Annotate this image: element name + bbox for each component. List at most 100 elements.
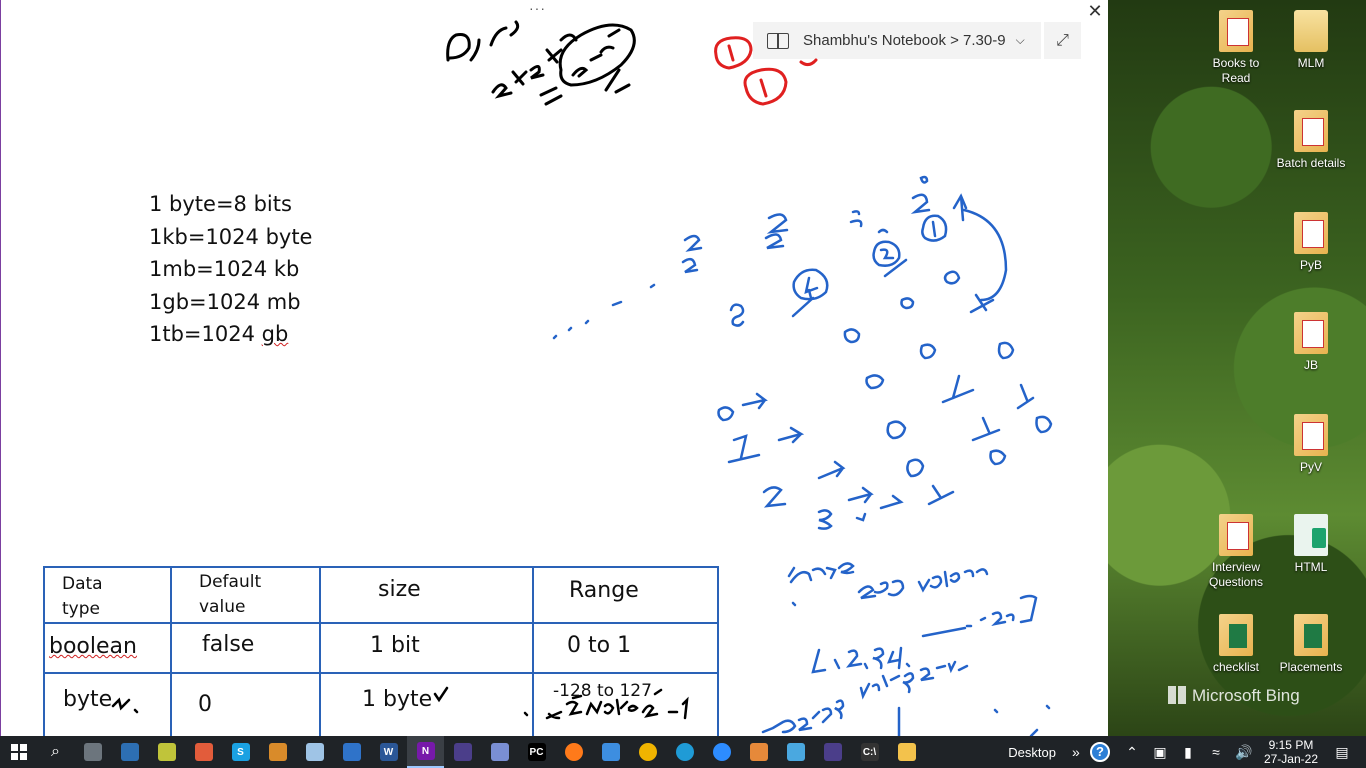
wifi-icon[interactable]: ≈: [1202, 744, 1230, 760]
black-ink: [446, 20, 636, 106]
desktop-icon[interactable]: checklist: [1198, 614, 1274, 675]
desktop-icon[interactable]: PyB: [1273, 212, 1349, 273]
taskbar-app-eclipse[interactable]: [444, 736, 481, 768]
taskbar-app-search[interactable]: ⌕: [37, 736, 74, 768]
desktop-icon[interactable]: PyV: [1273, 414, 1349, 475]
taskbar-app-eclipse-2[interactable]: [814, 736, 851, 768]
datatype-table: Data type Default value size Range boole…: [43, 566, 719, 736]
desktop-icon-label: MLM: [1297, 56, 1325, 70]
html-file-icon: [1294, 514, 1328, 556]
note-line: 1kb=1024 byte: [149, 224, 313, 249]
column-header: Default value: [199, 572, 262, 617]
table-cell: -128 to 127: [553, 681, 652, 701]
store-icon: [342, 743, 361, 761]
display-icon[interactable]: ▣: [1146, 744, 1174, 761]
taskbar-app-file-explorer[interactable]: [888, 736, 925, 768]
taskbar-app-sticky-notes[interactable]: [296, 736, 333, 768]
keyboard-icon: [120, 743, 139, 761]
taskbar: ⌕ S W N PC C:\ Desktop » ? ⌃ ▣ ▮ ≈ 🔊 9:15 PM …: [0, 736, 1366, 768]
taskbar-app-onenote[interactable]: N: [407, 736, 444, 768]
file-explorer-icon: [897, 743, 916, 761]
taskbar-app-settings[interactable]: [740, 736, 777, 768]
table-cell[interactable]: boolean: [49, 634, 137, 659]
eclipse-2-icon: [823, 743, 842, 761]
note-line-text: 1tb=1024: [149, 322, 262, 346]
pdf-file-icon: [1294, 110, 1328, 152]
desktop-icon[interactable]: Books to Read: [1198, 10, 1274, 86]
taskbar-apps: ⌕ S W N PC C:\: [37, 736, 925, 768]
bing-logo-icon: [1168, 686, 1186, 704]
column-header: Range: [569, 578, 639, 603]
remote-desktop-icon: [601, 743, 620, 761]
table-row: boolean false 1 bit 0 to 1: [43, 622, 719, 674]
taskbar-app-chrome[interactable]: [629, 736, 666, 768]
clock[interactable]: 9:15 PM 27-Jan-22: [1264, 738, 1318, 766]
taskbar-app-firefox[interactable]: [555, 736, 592, 768]
note-line: 1gb=1024 mb: [149, 289, 301, 314]
battery-icon[interactable]: ▮: [1174, 744, 1202, 761]
desktop-toolbar-label[interactable]: Desktop: [1008, 745, 1056, 760]
taskbar-app-paint[interactable]: [185, 736, 222, 768]
desktop-icon[interactable]: MLM: [1273, 10, 1349, 71]
pdf-file-icon: [1294, 312, 1328, 354]
spellcheck-word[interactable]: gb: [262, 322, 289, 346]
taskbar-app-office[interactable]: [259, 736, 296, 768]
taskbar-app-skype[interactable]: S: [222, 736, 259, 768]
desktop-icon[interactable]: HTML: [1273, 514, 1349, 575]
taskbar-app-store[interactable]: [333, 736, 370, 768]
pdf-file-icon: [1219, 10, 1253, 52]
toolbar-chevron-icon[interactable]: »: [1062, 744, 1090, 760]
units-note: 1 byte=8 bits 1kb=1024 byte 1mb=1024 kb …: [149, 188, 312, 351]
taskbar-app-photos[interactable]: [481, 736, 518, 768]
table-cell: 0: [198, 692, 212, 717]
notifications-icon[interactable]: ▤: [1328, 744, 1356, 761]
firefox-icon: [564, 743, 583, 761]
taskbar-app-keyboard[interactable]: [111, 736, 148, 768]
system-tray: Desktop » ? ⌃ ▣ ▮ ≈ 🔊 9:15 PM 27-Jan-22 …: [1008, 736, 1366, 768]
note-line: 1mb=1024 kb: [149, 257, 300, 281]
taskbar-app-notepad-plus[interactable]: [148, 736, 185, 768]
desktop-icon-label: Placements: [1279, 660, 1343, 674]
notepad-plus-icon: [157, 743, 176, 761]
taskbar-app-edge[interactable]: [666, 736, 703, 768]
column-header: size: [378, 577, 421, 602]
help-icon[interactable]: ?: [1089, 742, 1118, 762]
xls-file-icon: [1219, 614, 1253, 656]
table-cell: 1 byte: [362, 687, 433, 712]
table-cell: 1 bit: [370, 633, 420, 658]
pdf-file-icon: [1294, 414, 1328, 456]
clock-time: 9:15 PM: [1268, 738, 1314, 752]
onenote-window: ··· ✕ Shambhu's Notebook > 7.30-9 ⌵ ⤢ 1 …: [0, 0, 1108, 736]
taskbar-app-word[interactable]: W: [370, 736, 407, 768]
desktop-icon-label: PyB: [1299, 258, 1322, 272]
column-header: Data type: [62, 574, 103, 619]
onenote-icon: N: [416, 742, 435, 760]
folder-file-icon: [1294, 10, 1328, 52]
snowflake-icon: [786, 743, 805, 761]
note-line: 1 byte=8 bits: [149, 192, 292, 216]
desktop-icon[interactable]: Batch details: [1273, 110, 1349, 171]
desktop-icon[interactable]: JB: [1273, 312, 1349, 373]
calculator-icon: [83, 743, 102, 761]
taskbar-app-remote-desktop[interactable]: [592, 736, 629, 768]
desktop-icon[interactable]: Placements: [1273, 614, 1349, 675]
desktop-icon-label: PyV: [1299, 460, 1322, 474]
bing-watermark: Microsoft Bing: [1168, 686, 1300, 706]
taskbar-app-snowflake[interactable]: [777, 736, 814, 768]
show-hidden-icons-chevron-icon[interactable]: ⌃: [1118, 744, 1146, 761]
desktop-icon[interactable]: Interview Questions: [1198, 514, 1274, 590]
volume-icon[interactable]: 🔊: [1230, 744, 1258, 761]
table-row: byte 0 1 byte -128 to 127: [43, 672, 719, 736]
word-icon: W: [379, 743, 398, 761]
search-icon: ⌕: [51, 743, 60, 760]
zoom-icon: [712, 743, 731, 761]
taskbar-app-cmd[interactable]: C:\: [851, 736, 888, 768]
desktop-icon-label: Books to Read: [1212, 56, 1260, 85]
taskbar-app-pycharm[interactable]: PC: [518, 736, 555, 768]
photos-icon: [490, 743, 509, 761]
desktop-icon-label: Interview Questions: [1208, 560, 1264, 589]
start-button[interactable]: [0, 736, 37, 768]
chrome-icon: [638, 743, 657, 761]
taskbar-app-zoom[interactable]: [703, 736, 740, 768]
taskbar-app-calculator[interactable]: [74, 736, 111, 768]
